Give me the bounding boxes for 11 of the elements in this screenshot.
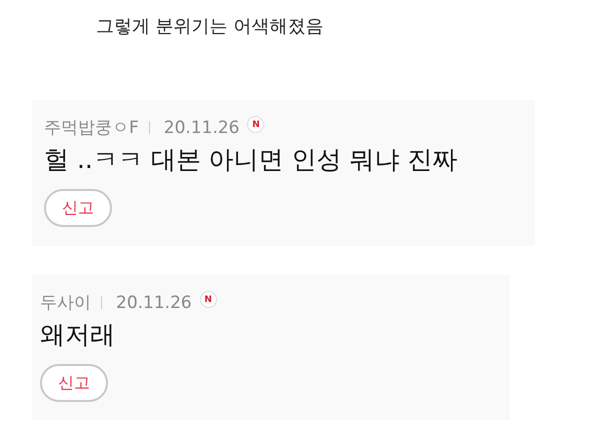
comment-date: 20.11.26: [164, 118, 240, 138]
new-badge: N: [200, 291, 217, 308]
report-button[interactable]: 신고: [44, 189, 112, 227]
caption-text: 그렇게 분위기는 어색해졌음: [95, 15, 324, 39]
comment-text: 왜저래: [40, 319, 116, 351]
report-button[interactable]: 신고: [40, 364, 108, 402]
new-badge: N: [247, 116, 264, 133]
author-name: 두사이: [40, 292, 91, 314]
author-name: 주먹밥쿵ㅇF: [44, 117, 139, 139]
comment-date: 20.11.26: [116, 292, 192, 312]
comment-text: 헐 ..ㅋㅋ 대본 아니면 인성 뭐냐 진짜: [44, 144, 459, 176]
